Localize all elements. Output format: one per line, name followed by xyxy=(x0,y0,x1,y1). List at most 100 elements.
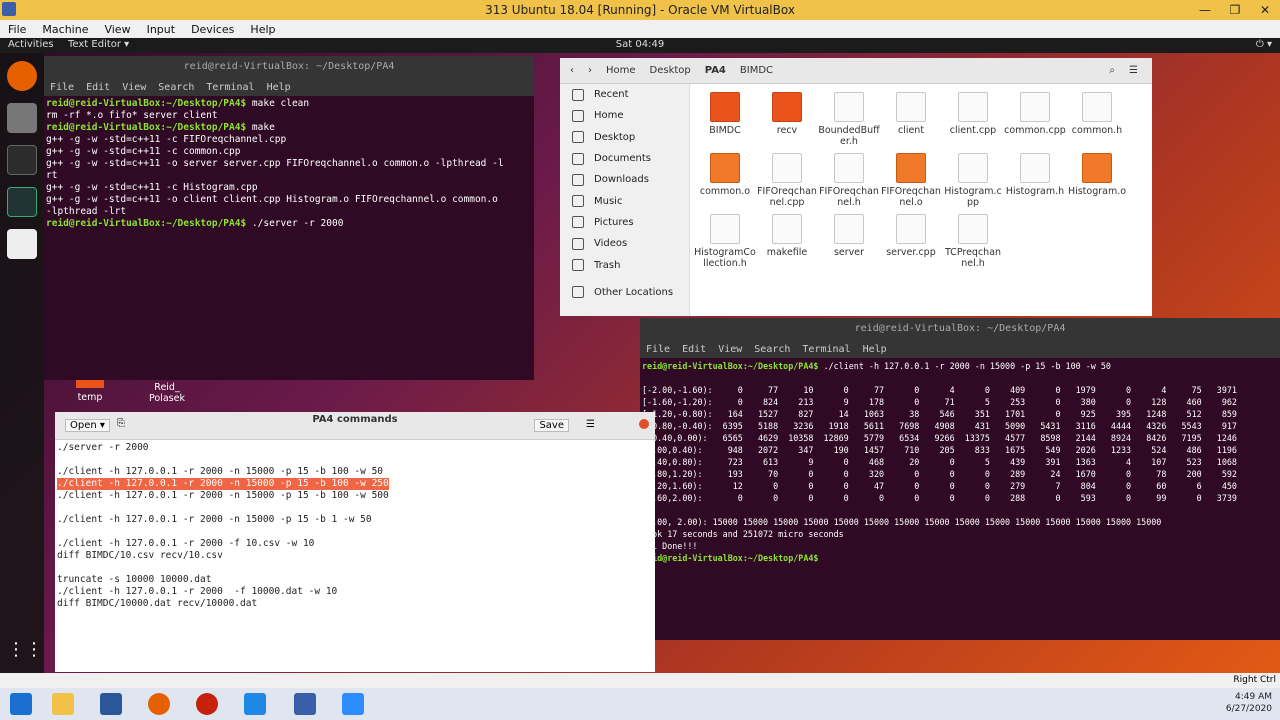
system-monitor-icon[interactable] xyxy=(7,187,37,217)
file-item[interactable]: BoundedBuffer.h xyxy=(818,86,880,147)
files-icon[interactable] xyxy=(7,103,37,133)
vscode-icon[interactable] xyxy=(244,693,266,715)
file-item[interactable]: common.o xyxy=(694,147,756,197)
app-icon[interactable] xyxy=(196,693,218,715)
menu-help[interactable]: Help xyxy=(267,82,291,93)
maximize-icon[interactable]: ❐ xyxy=(1220,0,1250,20)
sidebar-item-videos[interactable]: Videos xyxy=(560,233,689,254)
terminal-output[interactable]: reid@reid-VirtualBox:~/Desktop/PA4$ make… xyxy=(44,96,534,232)
search-icon[interactable]: ⌕ xyxy=(1109,65,1115,76)
menu-input[interactable]: Input xyxy=(139,23,183,36)
menu-search[interactable]: Search xyxy=(754,344,790,355)
sidebar-item-recent[interactable]: Recent xyxy=(560,84,689,105)
file-item[interactable]: BIMDC xyxy=(694,86,756,136)
file-item[interactable]: HistogramCollection.h xyxy=(694,208,756,269)
clock[interactable]: Sat 04:49 xyxy=(0,39,1280,50)
virtualbox-icon[interactable] xyxy=(294,693,316,715)
file-item[interactable]: Histogram.cpp xyxy=(942,147,1004,208)
file-item[interactable]: recv xyxy=(756,86,818,136)
terminal-text: [0.40,0.80): 723 613 9 0 468 20 0 5 439 … xyxy=(642,457,1237,467)
terminal-prompt: reid@reid-VirtualBox:~/Desktop/PA4$ xyxy=(46,122,247,133)
terminal-window-client[interactable]: reid@reid-VirtualBox: ~/Desktop/PA4 File… xyxy=(640,318,1280,640)
terminal-text: g++ -g -w -std=c++11 -c common.cpp xyxy=(46,146,241,157)
sidebar-item-downloads[interactable]: Downloads xyxy=(560,169,689,190)
menu-file[interactable]: File xyxy=(50,82,74,93)
power-icon[interactable]: ⏻ ▾ xyxy=(1256,39,1272,50)
path-home[interactable]: Home xyxy=(606,65,636,76)
file-item[interactable]: common.cpp xyxy=(1004,86,1066,136)
terminal-icon[interactable] xyxy=(7,145,37,175)
text-editor-icon[interactable] xyxy=(7,229,37,259)
text-editor-window[interactable]: Open ▾ ⎘ PA4 commands Save ☰ ./server -r… xyxy=(55,412,655,672)
desktop-icon-temp[interactable]: temp xyxy=(70,380,110,403)
show-apps-icon[interactable]: ⋮⋮ xyxy=(7,635,43,665)
file-item[interactable]: FIFOreqchannel.h xyxy=(818,147,880,208)
file-item[interactable]: client.cpp xyxy=(942,86,1004,136)
sidebar-item-home[interactable]: Home xyxy=(560,105,689,126)
file-item[interactable]: TCPreqchannel.h xyxy=(942,208,1004,269)
menu-terminal[interactable]: Terminal xyxy=(206,82,254,93)
menu-terminal[interactable]: Terminal xyxy=(802,344,850,355)
editor-text[interactable]: ./server -r 2000 ./client -h 127.0.0.1 -… xyxy=(55,440,655,612)
forward-icon[interactable]: › xyxy=(588,65,592,76)
files-window[interactable]: ‹ › Home Desktop PA4 BIMDC ⌕ ☰ Recent Ho… xyxy=(560,58,1152,316)
file-explorer-icon[interactable] xyxy=(52,693,74,715)
save-button[interactable]: Save xyxy=(534,419,569,432)
file-icon xyxy=(958,153,988,183)
terminal-text: [1.60,2.00): 0 0 0 0 0 0 0 0 288 0 593 0… xyxy=(642,493,1237,503)
word-icon[interactable] xyxy=(100,693,122,715)
close-icon[interactable] xyxy=(639,419,649,429)
firefox-icon[interactable] xyxy=(148,693,170,715)
zoom-icon[interactable] xyxy=(342,693,364,715)
menu-search[interactable]: Search xyxy=(158,82,194,93)
path-bimdc[interactable]: BIMDC xyxy=(740,65,773,76)
file-item[interactable]: common.h xyxy=(1066,86,1128,136)
menu-help[interactable]: Help xyxy=(242,23,283,36)
desktop-icon-reid[interactable]: Reid_ Polasek xyxy=(140,382,194,404)
sidebar-item-pictures[interactable]: Pictures xyxy=(560,212,689,233)
firefox-icon[interactable] xyxy=(7,61,37,91)
windows-start-icon[interactable] xyxy=(10,693,32,715)
video-icon xyxy=(572,237,584,250)
menu-file[interactable]: File xyxy=(646,344,670,355)
gnome-topbar: Activities Text Editor ▾ Sat 04:49 ⏻ ▾ xyxy=(0,38,1280,53)
close-icon[interactable]: ✕ xyxy=(1250,0,1280,20)
file-item[interactable]: client xyxy=(880,86,942,136)
back-icon[interactable]: ‹ xyxy=(570,65,574,76)
file-item[interactable]: FIFOreqchannel.cpp xyxy=(756,147,818,208)
hamburger-menu-icon[interactable]: ☰ xyxy=(586,419,595,430)
path-desktop[interactable]: Desktop xyxy=(650,65,691,76)
sidebar-item-music[interactable]: Music xyxy=(560,190,689,211)
menu-devices[interactable]: Devices xyxy=(183,23,242,36)
host-key-label: Right Ctrl xyxy=(1233,675,1276,685)
sidebar-item-documents[interactable]: Documents xyxy=(560,148,689,169)
menu-edit[interactable]: Edit xyxy=(86,82,110,93)
sidebar-item-trash[interactable]: Trash xyxy=(560,254,689,275)
file-item[interactable]: makefile xyxy=(756,208,818,258)
terminal-text: ./client -h 127.0.0.1 -r 2000 -n 15000 -… xyxy=(818,361,1111,371)
menu-view[interactable]: View xyxy=(96,23,138,36)
terminal-line: rm -rf *.o fifo* server client xyxy=(46,110,532,122)
taskbar-time[interactable]: 4:49 AM xyxy=(1226,691,1272,703)
editor-line: diff BIMDC/10000.dat recv/10000.dat xyxy=(57,598,258,609)
view-options-icon[interactable]: ☰ xyxy=(1129,65,1138,76)
menu-file[interactable]: File xyxy=(0,23,34,36)
menu-machine[interactable]: Machine xyxy=(34,23,96,36)
menu-help[interactable]: Help xyxy=(863,344,887,355)
menu-view[interactable]: View xyxy=(718,344,742,355)
terminal-output[interactable]: reid@reid-VirtualBox:~/Desktop/PA4$ ./cl… xyxy=(640,358,1280,566)
sidebar-item-desktop[interactable]: Desktop xyxy=(560,127,689,148)
taskbar-date[interactable]: 6/27/2020 xyxy=(1226,703,1272,715)
menu-edit[interactable]: Edit xyxy=(682,344,706,355)
file-item[interactable]: server xyxy=(818,208,880,258)
path-pa4[interactable]: PA4 xyxy=(705,65,726,76)
menu-view[interactable]: View xyxy=(122,82,146,93)
minimize-icon[interactable]: — xyxy=(1190,0,1220,20)
desktop-icon xyxy=(572,131,584,144)
sidebar-item-other-locations[interactable]: Other Locations xyxy=(560,282,689,303)
file-item[interactable]: Histogram.o xyxy=(1066,147,1128,197)
file-item[interactable]: FIFOreqchannel.o xyxy=(880,147,942,208)
file-item[interactable]: Histogram.h xyxy=(1004,147,1066,197)
file-item[interactable]: server.cpp xyxy=(880,208,942,258)
terminal-window-server[interactable]: reid@reid-VirtualBox: ~/Desktop/PA4 File… xyxy=(44,56,534,380)
